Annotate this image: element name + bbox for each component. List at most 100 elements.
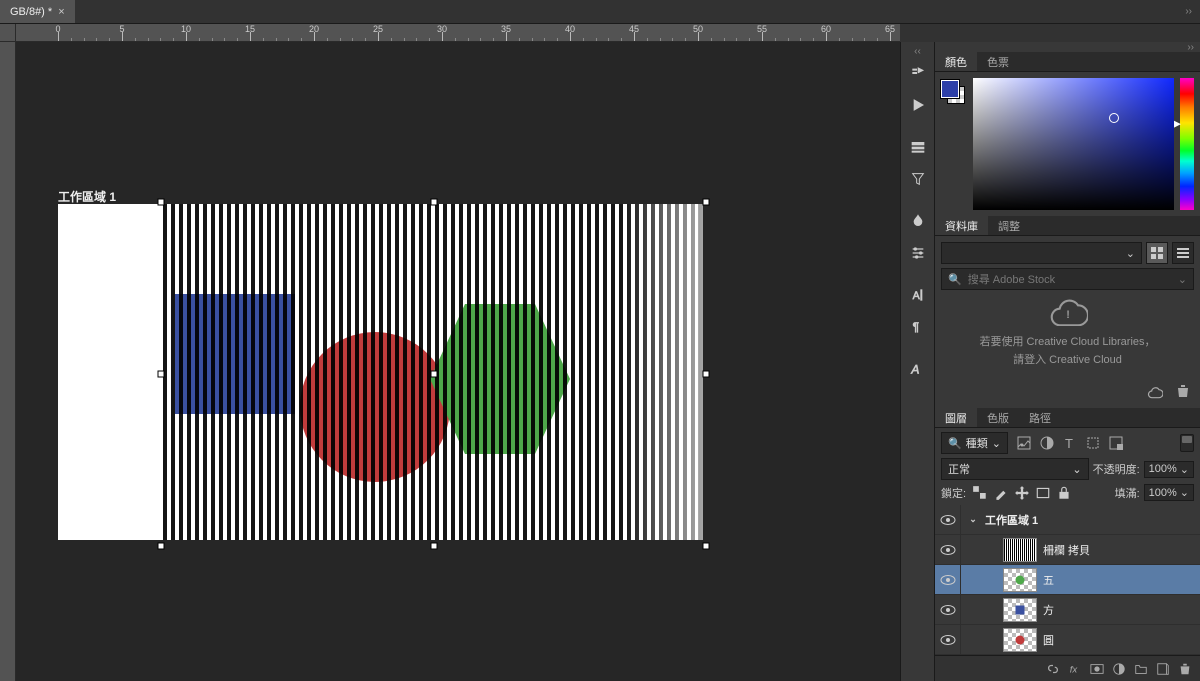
ruler-origin[interactable] xyxy=(0,24,16,42)
tab-channels[interactable]: 色版 xyxy=(977,408,1019,427)
artboard[interactable] xyxy=(58,204,698,540)
foreground-color-swatch[interactable] xyxy=(941,80,959,98)
properties-icon[interactable] xyxy=(903,132,933,162)
artboard-label[interactable]: 工作區域 1 xyxy=(58,188,116,205)
list-view-icon[interactable] xyxy=(1172,242,1194,264)
document-tab[interactable]: GB/8#) * × xyxy=(0,0,75,23)
layer-mask-icon[interactable] xyxy=(1090,662,1104,676)
layer-list[interactable]: ⌄ 工作區域 1 柵欄 拷貝 五 xyxy=(935,505,1200,655)
blend-mode-dropdown[interactable]: 正常 ⌄ xyxy=(941,458,1089,480)
library-search[interactable]: 🔍 搜尋 Adobe Stock ⌄ xyxy=(941,268,1194,290)
tab-paths[interactable]: 路徑 xyxy=(1019,408,1061,427)
fill-opacity-control[interactable]: 填滿: 100% ⌄ xyxy=(1115,484,1194,501)
layer-thumbnail[interactable] xyxy=(1003,538,1037,562)
layer-name[interactable]: 五 xyxy=(1043,572,1194,588)
layer-row[interactable]: 柵欄 拷貝 xyxy=(935,535,1200,565)
handle-s[interactable] xyxy=(430,543,437,550)
grid-view-icon[interactable] xyxy=(1146,242,1168,264)
panel-column-collapse-icon[interactable]: ›› xyxy=(935,42,1200,52)
lock-position-icon[interactable] xyxy=(1014,485,1030,501)
character-icon[interactable]: A xyxy=(903,280,933,310)
layer-row[interactable]: 方 xyxy=(935,595,1200,625)
layer-row[interactable]: 五 xyxy=(935,565,1200,595)
right-panel-column: ›› 顏色 色票 ▶ 資料庫 調整 xyxy=(934,42,1200,681)
tab-swatches[interactable]: 色票 xyxy=(977,52,1019,71)
link-layers-icon[interactable] xyxy=(1046,662,1060,676)
layer-kind-label: 種類 xyxy=(966,435,988,451)
library-selector-dropdown[interactable]: ⌄ xyxy=(941,242,1142,264)
fill-label: 填滿: xyxy=(1115,485,1140,501)
horizontal-ruler[interactable]: 05101520253035404550556065 xyxy=(0,24,900,42)
close-tab-icon[interactable]: × xyxy=(58,6,64,18)
filter-type-icon[interactable]: T xyxy=(1062,435,1078,451)
vertical-ruler[interactable] xyxy=(0,42,16,681)
layer-name[interactable]: 方 xyxy=(1043,602,1194,618)
svg-text:A: A xyxy=(910,363,919,377)
new-adjustment-layer-icon[interactable] xyxy=(1112,662,1126,676)
layers-panel-footer: fx xyxy=(935,655,1200,681)
layer-style-icon[interactable]: fx xyxy=(1068,662,1082,676)
expand-strip-icon[interactable]: ‹‹ xyxy=(901,46,934,56)
hue-pointer-icon[interactable]: ▶ xyxy=(1174,119,1181,130)
visibility-toggle[interactable] xyxy=(935,625,961,654)
layer-kind-filter[interactable]: 🔍 種類 ⌄ xyxy=(941,432,1008,454)
tab-libraries[interactable]: 資料庫 xyxy=(935,216,988,235)
glyphs-icon[interactable]: A xyxy=(903,354,933,384)
visibility-toggle[interactable] xyxy=(935,595,961,624)
filter-shape-icon[interactable] xyxy=(1085,435,1101,451)
library-search-placeholder: 搜尋 Adobe Stock xyxy=(968,271,1055,287)
hue-slider[interactable]: ▶ xyxy=(1180,78,1194,210)
handle-e[interactable] xyxy=(703,371,710,378)
tab-adjustments[interactable]: 調整 xyxy=(988,216,1030,235)
layer-artboard[interactable]: ⌄ 工作區域 1 xyxy=(935,505,1200,535)
color-field[interactable] xyxy=(973,78,1174,210)
chevron-down-icon: ⌄ xyxy=(1178,273,1187,286)
lock-all-icon[interactable] xyxy=(1056,485,1072,501)
blend-mode-value: 正常 xyxy=(948,461,970,477)
filter-toggle-switch[interactable] xyxy=(1180,434,1194,452)
color-picker-ring[interactable] xyxy=(1109,113,1119,123)
layer-name[interactable]: 圓 xyxy=(1043,632,1194,648)
layer-thumbnail[interactable] xyxy=(1003,568,1037,592)
filter-pixel-icon[interactable] xyxy=(1016,435,1032,451)
new-layer-icon[interactable] xyxy=(1156,662,1170,676)
svg-text:T: T xyxy=(1065,436,1073,451)
lock-paint-icon[interactable] xyxy=(993,485,1009,501)
filter-adjustment-icon[interactable] xyxy=(1039,435,1055,451)
lock-transparency-icon[interactable] xyxy=(972,485,988,501)
svg-text:fx: fx xyxy=(1070,664,1079,675)
tab-layers[interactable]: 圖層 xyxy=(935,408,977,427)
new-group-icon[interactable] xyxy=(1134,662,1148,676)
lock-artboard-icon[interactable] xyxy=(1035,485,1051,501)
stripes-layer[interactable] xyxy=(163,204,703,540)
handle-se[interactable] xyxy=(703,543,710,550)
adjustments-sliders-icon[interactable] xyxy=(903,238,933,268)
canvas-area[interactable]: 工作區域 1 xyxy=(0,42,900,681)
tab-bar-extra: ›› xyxy=(75,0,1200,23)
layer-name[interactable]: 柵欄 拷貝 xyxy=(1043,542,1194,558)
layer-thumbnail[interactable] xyxy=(1003,628,1037,652)
filter-smartobject-icon[interactable] xyxy=(1108,435,1124,451)
libraries-panel: ⌄ 🔍 搜尋 Adobe Stock ⌄ ! 若要使用 Creative Clo… xyxy=(935,236,1200,408)
tool-presets-icon[interactable] xyxy=(903,164,933,194)
cc-sync-icon[interactable] xyxy=(1144,380,1166,402)
trash-icon[interactable] xyxy=(1172,380,1194,402)
document-tab-bar: GB/8#) * × ›› xyxy=(0,0,1200,24)
tab-color[interactable]: 顏色 xyxy=(935,52,977,71)
layer-thumbnail[interactable] xyxy=(1003,598,1037,622)
opacity-control[interactable]: 不透明度: 100% ⌄ xyxy=(1093,461,1194,478)
visibility-toggle[interactable] xyxy=(935,535,961,564)
handle-ne[interactable] xyxy=(703,199,710,206)
disclosure-triangle-icon[interactable]: ⌄ xyxy=(967,514,979,525)
paragraph-icon[interactable]: ¶ xyxy=(903,312,933,342)
visibility-toggle[interactable] xyxy=(935,565,961,594)
layer-name[interactable]: 工作區域 1 xyxy=(985,512,1194,528)
actions-play-icon[interactable] xyxy=(903,90,933,120)
history-icon[interactable] xyxy=(903,58,933,88)
brushes-icon[interactable] xyxy=(903,206,933,236)
visibility-toggle[interactable] xyxy=(935,505,961,534)
layer-row[interactable]: 圓 xyxy=(935,625,1200,655)
delete-layer-icon[interactable] xyxy=(1178,662,1192,676)
handle-sw[interactable] xyxy=(158,543,165,550)
foreground-background-swatch[interactable] xyxy=(941,80,967,106)
